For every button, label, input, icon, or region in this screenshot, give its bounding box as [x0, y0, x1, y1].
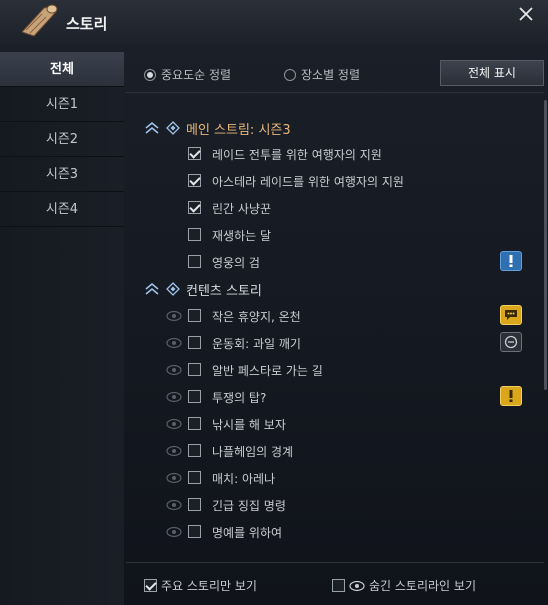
story-checkbox[interactable] [188, 201, 201, 214]
sidebar-item-season2[interactable]: 시즌2 [0, 122, 124, 157]
story-label[interactable]: 투쟁의 탑? [212, 389, 266, 406]
story-label[interactable]: 레이드 전투를 위한 여행자의 지원 [212, 146, 382, 163]
radio-dot-selected [144, 68, 156, 81]
story-row: 투쟁의 탑? [166, 386, 536, 407]
sort-importance-radio[interactable]: 중요도순 정렬 [144, 66, 231, 83]
eye-icon[interactable] [166, 364, 182, 376]
eye-icon[interactable] [166, 445, 182, 457]
eye-icon[interactable] [166, 499, 182, 511]
main-story-only-label: 주요 스토리만 보기 [161, 579, 257, 593]
show-hidden-storylines-toggle[interactable]: 숨긴 스토리라인 보기 [332, 577, 476, 594]
main-story-only-toggle[interactable]: 주요 스토리만 보기 [144, 577, 257, 594]
story-checkbox[interactable] [188, 471, 201, 484]
show-all-button[interactable]: 전체 표시 [440, 60, 544, 86]
story-row: 긴급 징집 명령 [166, 495, 536, 515]
exclamation-badge-icon[interactable] [500, 251, 522, 271]
story-label[interactable]: 긴급 징집 명령 [212, 497, 286, 514]
story-row: 알반 페스타로 가는 길 [166, 360, 536, 380]
sidebar-item-season1[interactable]: 시즌1 [0, 87, 124, 122]
eye-icon[interactable] [166, 526, 182, 538]
story-label[interactable]: 아스테라 레이드를 위한 여행자의 지원 [212, 173, 404, 190]
group-header-main: 메인 스트림: 시즌3 [144, 118, 291, 138]
group-title-main: 메인 스트림: 시즌3 [186, 122, 291, 138]
story-label[interactable]: 영웅의 검 [212, 254, 260, 271]
diamond-icon [166, 282, 180, 296]
window-header: 스토리 [0, 0, 548, 46]
story-list: 메인 스트림: 시즌3 레이드 전투를 위한 여행자의 지원 아스테라 레이드를… [126, 112, 544, 552]
story-row: 린간 사냥꾼 [166, 198, 536, 218]
story-row: 영웅의 검 [166, 251, 536, 272]
close-icon[interactable] [516, 4, 536, 24]
story-row: 재생하는 달 [166, 225, 536, 245]
eye-icon[interactable] [166, 472, 182, 484]
sort-importance-label: 중요도순 정렬 [161, 68, 232, 82]
story-checkbox[interactable] [188, 417, 201, 430]
eye-icon[interactable] [166, 418, 182, 430]
story-checkbox[interactable] [188, 147, 201, 160]
sidebar-item-season3[interactable]: 시즌3 [0, 157, 124, 192]
story-checkbox[interactable] [188, 255, 201, 268]
eye-icon[interactable] [166, 391, 182, 403]
divider [126, 92, 544, 93]
story-label[interactable]: 린간 사냥꾼 [212, 200, 271, 217]
divider [126, 562, 544, 563]
group-title-content: 컨텐츠 스토리 [186, 283, 262, 299]
double-chevron-up-icon[interactable] [144, 121, 160, 135]
circle-badge-icon[interactable] [500, 332, 522, 352]
story-row: 낚시를 해 보자 [166, 414, 536, 434]
exclamation-badge-icon[interactable] [500, 386, 522, 406]
story-checkbox[interactable] [188, 444, 201, 457]
story-label[interactable]: 운동회: 과일 깨기 [212, 335, 301, 352]
story-row: 레이드 전투를 위한 여행자의 지원 [166, 144, 536, 164]
sidebar-item-all[interactable]: 전체 [0, 52, 124, 87]
eye-icon[interactable] [166, 310, 182, 322]
radio-dot [284, 68, 296, 81]
story-row: 매치: 아레나 [166, 468, 536, 488]
story-checkbox[interactable] [188, 363, 201, 376]
diamond-icon [166, 121, 180, 135]
eye-icon [349, 580, 365, 591]
story-label[interactable]: 낚시를 해 보자 [212, 416, 286, 433]
chat-bubble-icon[interactable] [500, 305, 522, 325]
main-story-only-checkbox[interactable] [144, 579, 157, 592]
scroll-logo-icon [21, 4, 58, 37]
story-label[interactable]: 작은 휴양지, 온천 [212, 308, 301, 325]
sort-location-label: 장소별 정렬 [301, 68, 361, 82]
eye-icon[interactable] [166, 337, 182, 349]
story-checkbox[interactable] [188, 174, 201, 187]
story-row: 작은 휴양지, 온천 [166, 305, 536, 326]
story-label[interactable]: 재생하는 달 [212, 227, 271, 244]
story-row: 운동회: 과일 깨기 [166, 332, 536, 353]
story-window: 스토리 전체 시즌1 시즌2 시즌3 시즌4 중요도순 정렬 장소별 정렬 전체… [0, 0, 548, 605]
story-checkbox[interactable] [188, 498, 201, 511]
story-checkbox[interactable] [188, 228, 201, 241]
window-title: 스토리 [66, 15, 108, 33]
group-header-content: 컨텐츠 스토리 [144, 279, 262, 299]
show-hidden-checkbox[interactable] [332, 579, 345, 592]
season-sidebar: 전체 시즌1 시즌2 시즌3 시즌4 [0, 52, 124, 605]
story-checkbox[interactable] [188, 525, 201, 538]
story-row: 명예를 위하여 [166, 522, 536, 542]
double-chevron-up-icon[interactable] [144, 282, 160, 296]
story-label[interactable]: 나플헤임의 경계 [212, 443, 293, 460]
story-row: 아스테라 레이드를 위한 여행자의 지원 [166, 171, 536, 191]
sort-location-radio[interactable]: 장소별 정렬 [284, 66, 360, 83]
story-row: 나플헤임의 경계 [166, 441, 536, 461]
show-hidden-label: 숨긴 스토리라인 보기 [369, 579, 476, 593]
footer-options: 주요 스토리만 보기 숨긴 스토리라인 보기 [126, 569, 548, 599]
story-checkbox[interactable] [188, 309, 201, 322]
story-label[interactable]: 매치: 아레나 [212, 470, 275, 487]
story-checkbox[interactable] [188, 390, 201, 403]
story-label[interactable]: 명예를 위하여 [212, 524, 282, 541]
story-label[interactable]: 알반 페스타로 가는 길 [212, 362, 323, 379]
story-checkbox[interactable] [188, 336, 201, 349]
sidebar-item-season4[interactable]: 시즌4 [0, 192, 124, 227]
scrollbar[interactable] [544, 100, 547, 390]
story-main-panel: 중요도순 정렬 장소별 정렬 전체 표시 메인 스트림: 시즌3 레이드 전투를… [126, 52, 548, 605]
